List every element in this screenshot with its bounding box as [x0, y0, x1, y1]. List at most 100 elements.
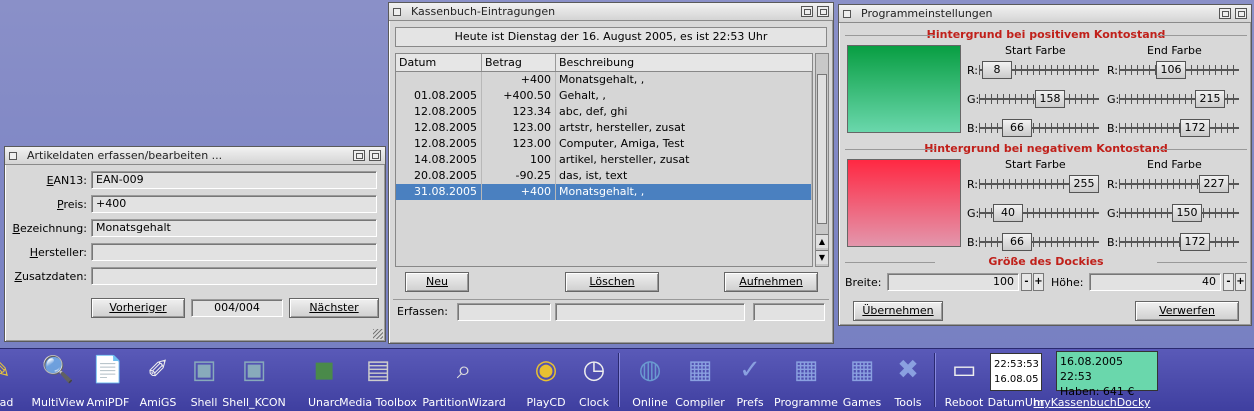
column-description[interactable]: Beschreibung: [556, 54, 812, 71]
table-row[interactable]: +400 Monatsgehalt, ,: [396, 72, 812, 88]
previous-button[interactable]: Vorheriger: [91, 298, 185, 318]
apply-button[interactable]: Übernehmen: [853, 301, 943, 321]
ean-label: EAN13:: [46, 173, 87, 187]
slider-knob[interactable]: 158: [1035, 90, 1065, 108]
apply-button-label: Übernehmen: [862, 304, 934, 317]
scrollbar-knob[interactable]: [817, 74, 827, 224]
slider-knob[interactable]: 66: [1002, 233, 1032, 251]
resize-handle[interactable]: [373, 329, 383, 339]
dock-separator: [934, 353, 936, 407]
table-row[interactable]: 31.08.2005 +400 Monatsgehalt, ,: [396, 184, 812, 200]
description-field[interactable]: Monatsgehalt: [91, 219, 377, 237]
negative-start-r-slider[interactable]: 255: [979, 175, 1099, 193]
slider-knob[interactable]: 40: [993, 204, 1023, 222]
capture-date-field[interactable]: [457, 303, 551, 321]
table-row[interactable]: 14.08.2005 100 artikel, hersteller, zusat: [396, 152, 812, 168]
discard-button[interactable]: Verwerfen: [1135, 301, 1239, 321]
slider-knob[interactable]: 106: [1156, 61, 1186, 79]
height-field[interactable]: 40: [1089, 273, 1221, 291]
close-gadget-icon[interactable]: [9, 151, 17, 160]
dock-item-label: Unarc: [307, 396, 341, 409]
dock-item-media-toolbox[interactable]: ▤ Media Toolbox: [339, 353, 417, 409]
slider-knob[interactable]: 215: [1195, 90, 1225, 108]
media-toolbox-icon: ▤: [365, 355, 391, 385]
width-increase-button[interactable]: +: [1033, 273, 1044, 291]
dock-item-reboot[interactable]: ▭ Reboot: [934, 353, 994, 409]
channel-label: B:: [967, 121, 979, 135]
height-decrease-button[interactable]: -: [1223, 273, 1234, 291]
dock-item-epad[interactable]: ✎ ePad: [0, 353, 30, 409]
positive-start-b-slider[interactable]: 66: [979, 119, 1099, 137]
negative-end-g-slider[interactable]: 150: [1119, 204, 1239, 222]
zoom-gadget-icon[interactable]: [801, 6, 813, 17]
positive-end-label: End Farbe: [1147, 44, 1202, 57]
dock-item-label: Compiler: [675, 396, 725, 409]
next-button[interactable]: Nächster: [289, 298, 379, 318]
table-row[interactable]: 12.08.2005 123.00 artstr, hersteller, zusa…: [396, 120, 812, 136]
positive-start-g-slider[interactable]: 158: [979, 90, 1099, 108]
settings-titlebar[interactable]: Programmeinstellungen: [839, 5, 1251, 23]
price-field[interactable]: +400: [91, 195, 377, 213]
table-row[interactable]: 12.08.2005 123.00 Computer, Amiga, Test: [396, 136, 812, 152]
negative-end-r-slider[interactable]: 227: [1119, 175, 1239, 193]
height-increase-button[interactable]: +: [1235, 273, 1246, 291]
table-row[interactable]: 01.08.2005 +400.50 Gehalt, ,: [396, 88, 812, 104]
clock-icon: ◷: [582, 355, 606, 385]
manufacturer-field[interactable]: [91, 243, 377, 261]
entries-list[interactable]: Datum Betrag Beschreibung +400 Monatsgeha…: [395, 53, 813, 267]
slider-knob[interactable]: 255: [1069, 175, 1099, 193]
delete-button[interactable]: Löschen: [565, 272, 659, 292]
article-titlebar[interactable]: Artikeldaten erfassen/bearbeiten ...: [5, 147, 385, 165]
dock-item-label: Games: [842, 396, 882, 409]
add-entry-button[interactable]: Aufnehmen: [724, 272, 818, 292]
dock-item-programme[interactable]: ▦ Programme: [774, 353, 838, 409]
slider-knob[interactable]: 8: [982, 61, 1012, 79]
slider-knob[interactable]: 150: [1172, 204, 1202, 222]
ean-field[interactable]: EAN-009: [91, 171, 377, 189]
scroll-down-icon[interactable]: ▼: [816, 250, 828, 264]
article-window-title: Artikeldaten erfassen/bearbeiten ...: [27, 149, 223, 162]
new-button[interactable]: Neu: [405, 272, 469, 292]
width-decrease-button[interactable]: -: [1021, 273, 1032, 291]
zoom-gadget-icon[interactable]: [1219, 8, 1231, 19]
slider-knob[interactable]: 172: [1180, 119, 1210, 137]
dock-item-partitionwizard[interactable]: ⌕ PartitionWizard: [422, 353, 505, 409]
positive-end-r-slider[interactable]: 106: [1119, 61, 1239, 79]
slider-knob[interactable]: 66: [1002, 119, 1032, 137]
capture-description-field[interactable]: [555, 303, 745, 321]
list-scrollbar[interactable]: ▲ ▼: [815, 53, 829, 267]
positive-start-r-slider[interactable]: 8: [979, 61, 1099, 79]
positive-end-g-slider[interactable]: 215: [1119, 90, 1239, 108]
depth-gadget-icon[interactable]: [369, 150, 381, 161]
dock-bar: ✎ ePad 🔍 MultiView 📄 AmiPDF ✐ AmiGS ▣ Shell ▣ Shell…: [0, 348, 1254, 411]
dock-item-clock[interactable]: ◷ Clock: [564, 353, 624, 409]
slider-knob[interactable]: 227: [1199, 175, 1229, 193]
cashbook-titlebar[interactable]: Kassenbuch-Eintragungen: [389, 3, 833, 21]
dock-item-tools[interactable]: ✖ Tools: [878, 353, 938, 409]
kassenbuch-docky-display[interactable]: 16.08.2005 22:53 Haben: 641 €: [1056, 351, 1158, 398]
slider-knob[interactable]: 172: [1180, 233, 1210, 251]
capture-amount-field[interactable]: [753, 303, 825, 321]
channel-label: G:: [967, 206, 980, 220]
extra-data-field[interactable]: [91, 267, 377, 285]
depth-gadget-icon[interactable]: [817, 6, 829, 17]
negative-end-b-slider[interactable]: 172: [1119, 233, 1239, 251]
close-gadget-icon[interactable]: [843, 9, 851, 18]
positive-end-b-slider[interactable]: 172: [1119, 119, 1239, 137]
column-amount[interactable]: Betrag: [482, 54, 556, 71]
depth-gadget-icon[interactable]: [1235, 8, 1247, 19]
row-date: 12.08.2005: [396, 104, 482, 120]
row-description: artikel, hersteller, zusat: [556, 152, 812, 168]
negative-start-g-slider[interactable]: 40: [979, 204, 1099, 222]
dock-item-label: Shell_KCON: [222, 396, 286, 409]
table-row[interactable]: 12.08.2005 123.34 abc, def, ghi: [396, 104, 812, 120]
negative-start-b-slider[interactable]: 66: [979, 233, 1099, 251]
close-gadget-icon[interactable]: [393, 7, 401, 16]
dock-item-shell-kcon[interactable]: ▣ Shell_KCON: [222, 353, 286, 409]
zoom-gadget-icon[interactable]: [353, 150, 365, 161]
column-date[interactable]: Datum: [396, 54, 482, 71]
table-row[interactable]: 20.08.2005 -90.25 das, ist, text: [396, 168, 812, 184]
width-field[interactable]: 100: [887, 273, 1019, 291]
dock-item-prefs[interactable]: ✓ Prefs: [720, 353, 780, 409]
scroll-up-icon[interactable]: ▲: [816, 234, 828, 248]
